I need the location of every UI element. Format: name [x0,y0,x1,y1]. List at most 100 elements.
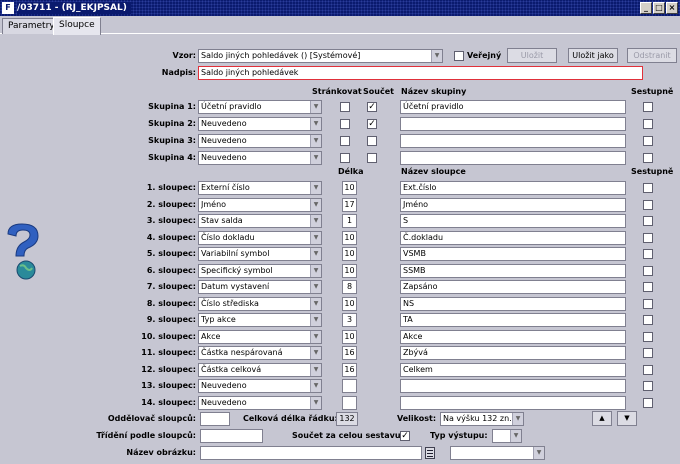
column-select[interactable]: Číslo střediska ▼ [198,296,322,311]
nazev-sloupce-input[interactable] [400,379,626,393]
nazev-sloupce-input[interactable]: Ext.číslo [400,181,626,195]
soucet-checkbox[interactable] [367,153,377,163]
nazev-sloupce-input[interactable]: S [400,214,626,228]
tab-parametry[interactable]: Parametry [2,18,61,34]
oddelovac-input[interactable] [200,412,230,426]
nazev-skupiny-input[interactable] [400,134,626,148]
typ-vystupu-select[interactable]: ▼ [492,429,522,443]
verejny-checkbox[interactable] [454,51,464,61]
nazev-sloupce-input[interactable]: Akce [400,329,626,344]
nadpis-input[interactable]: Saldo jiných pohledávek [198,66,643,80]
strankovat-checkbox[interactable] [340,102,350,112]
group-select[interactable]: Neuvedeno ▼ [198,134,322,148]
nazev-sloupce-input[interactable]: VSMB [400,247,626,261]
nazev-sloupce-input[interactable]: NS [400,296,626,311]
group-select[interactable]: Neuvedeno ▼ [198,117,322,131]
sestupne-group-checkbox[interactable] [643,136,653,146]
sestupne-column-checkbox[interactable] [643,282,653,292]
nazev-sloupce-input[interactable]: TA [400,313,626,327]
sestupne-group-checkbox[interactable] [643,153,653,163]
delka-input[interactable] [342,379,357,393]
sestupne-column-checkbox[interactable] [643,331,653,342]
column-select[interactable]: Neuvedeno ▼ [198,395,322,410]
delka-input[interactable]: 3 [342,313,357,327]
group-select-value: Neuvedeno [201,119,247,128]
nazev-sloupce-input[interactable]: Č.dokladu [400,230,626,245]
browse-list-icon[interactable] [425,447,435,459]
odstranit-button[interactable]: Odstranit [627,48,677,63]
column-select[interactable]: Datum vystavení ▼ [198,280,322,294]
sestupne-column-checkbox[interactable] [643,298,653,309]
group-select[interactable]: Účetní pravidlo ▼ [198,100,322,114]
sestupne-column-checkbox[interactable] [643,216,653,226]
soucet-checkbox[interactable]: ✓ [367,102,377,112]
nazev-sloupce-input[interactable]: Celkem [400,362,626,377]
chevron-down-icon: ▼ [310,135,321,147]
column-select[interactable]: Částka nespárovaná ▼ [198,346,322,360]
ulozit-button[interactable]: Uložit [507,48,557,63]
delka-input[interactable]: 16 [342,346,357,360]
delka-input[interactable]: 10 [342,247,357,261]
sestupne-column-checkbox[interactable] [643,183,653,193]
column-select[interactable]: Akce ▼ [198,329,322,344]
maximize-button[interactable]: □ [653,2,665,14]
sestupne-column-checkbox[interactable] [643,348,653,358]
delka-input[interactable]: 10 [342,181,357,195]
strankovat-checkbox[interactable] [340,119,350,129]
sestupne-column-checkbox[interactable] [643,249,653,259]
delka-input[interactable]: 10 [342,296,357,311]
column-select[interactable]: Typ akce ▼ [198,313,322,327]
soucet-checkbox[interactable]: ✓ [367,119,377,129]
nazev-skupiny-input[interactable] [400,117,626,131]
delka-input[interactable]: 10 [342,263,357,278]
delka-input[interactable]: 16 [342,362,357,377]
soucet-celou-checkbox[interactable]: ✓ [400,431,410,441]
delka-input[interactable]: 10 [342,329,357,344]
nazev-skupiny-input[interactable]: Účetní pravidlo [400,100,626,114]
move-down-button[interactable]: ▼ [617,411,637,426]
column-select[interactable]: Neuvedeno ▼ [198,379,322,393]
delka-input[interactable]: 8 [342,280,357,294]
sestupne-column-checkbox[interactable] [643,381,653,391]
strankovat-checkbox[interactable] [340,136,350,146]
sestupne-column-checkbox[interactable] [643,397,653,408]
delka-input[interactable] [342,395,357,410]
sestupne-column-checkbox[interactable] [643,199,653,210]
soucet-checkbox[interactable] [367,136,377,146]
move-up-button[interactable]: ▲ [592,411,612,426]
strankovat-checkbox[interactable] [340,153,350,163]
title-bar: F /03711 - (RJ_EKJPSAL) _ □ × [0,0,680,16]
column-select[interactable]: Jméno ▼ [198,197,322,212]
sestupne-column-checkbox[interactable] [643,265,653,276]
column-select[interactable]: Variabilní symbol ▼ [198,247,322,261]
nazev-sloupce-input[interactable]: Jméno [400,197,626,212]
delka-input[interactable]: 10 [342,230,357,245]
nazev-sloupce-input[interactable]: Zapsáno [400,280,626,294]
sestupne-column-checkbox[interactable] [643,232,653,243]
tab-sloupce[interactable]: Sloupce [53,17,101,35]
column-select[interactable]: Stav salda ▼ [198,214,322,228]
nazev-sloupce-input[interactable]: Zbývá [400,346,626,360]
vzor-select[interactable]: Saldo jiných pohledávek () [Systémové] ▼ [198,49,443,63]
ulozit-jako-button[interactable]: Uložit jako [568,48,618,63]
trideni-input[interactable] [200,429,263,443]
nazev-sloupce-input[interactable] [400,395,626,410]
sestupne-group-checkbox[interactable] [643,102,653,112]
obrazek-select[interactable]: ▼ [450,446,545,460]
delka-input[interactable]: 1 [342,214,357,228]
sestupne-group-checkbox[interactable] [643,119,653,129]
nazev-obrazku-input[interactable] [200,446,422,460]
sestupne-column-checkbox[interactable] [643,364,653,375]
column-select[interactable]: Externí číslo ▼ [198,181,322,195]
minimize-button[interactable]: _ [640,2,652,14]
close-button[interactable]: × [666,2,678,14]
delka-input[interactable]: 17 [342,197,357,212]
nazev-sloupce-input[interactable]: SSMB [400,263,626,278]
column-select[interactable]: Číslo dokladu ▼ [198,230,322,245]
group-select[interactable]: Neuvedeno ▼ [198,151,322,165]
column-select[interactable]: Specifický symbol ▼ [198,263,322,278]
sestupne-column-checkbox[interactable] [643,315,653,325]
column-select[interactable]: Částka celková ▼ [198,362,322,377]
velikost-select[interactable]: Na výšku 132 zn. ▼ [440,412,524,426]
nazev-skupiny-input[interactable] [400,151,626,165]
